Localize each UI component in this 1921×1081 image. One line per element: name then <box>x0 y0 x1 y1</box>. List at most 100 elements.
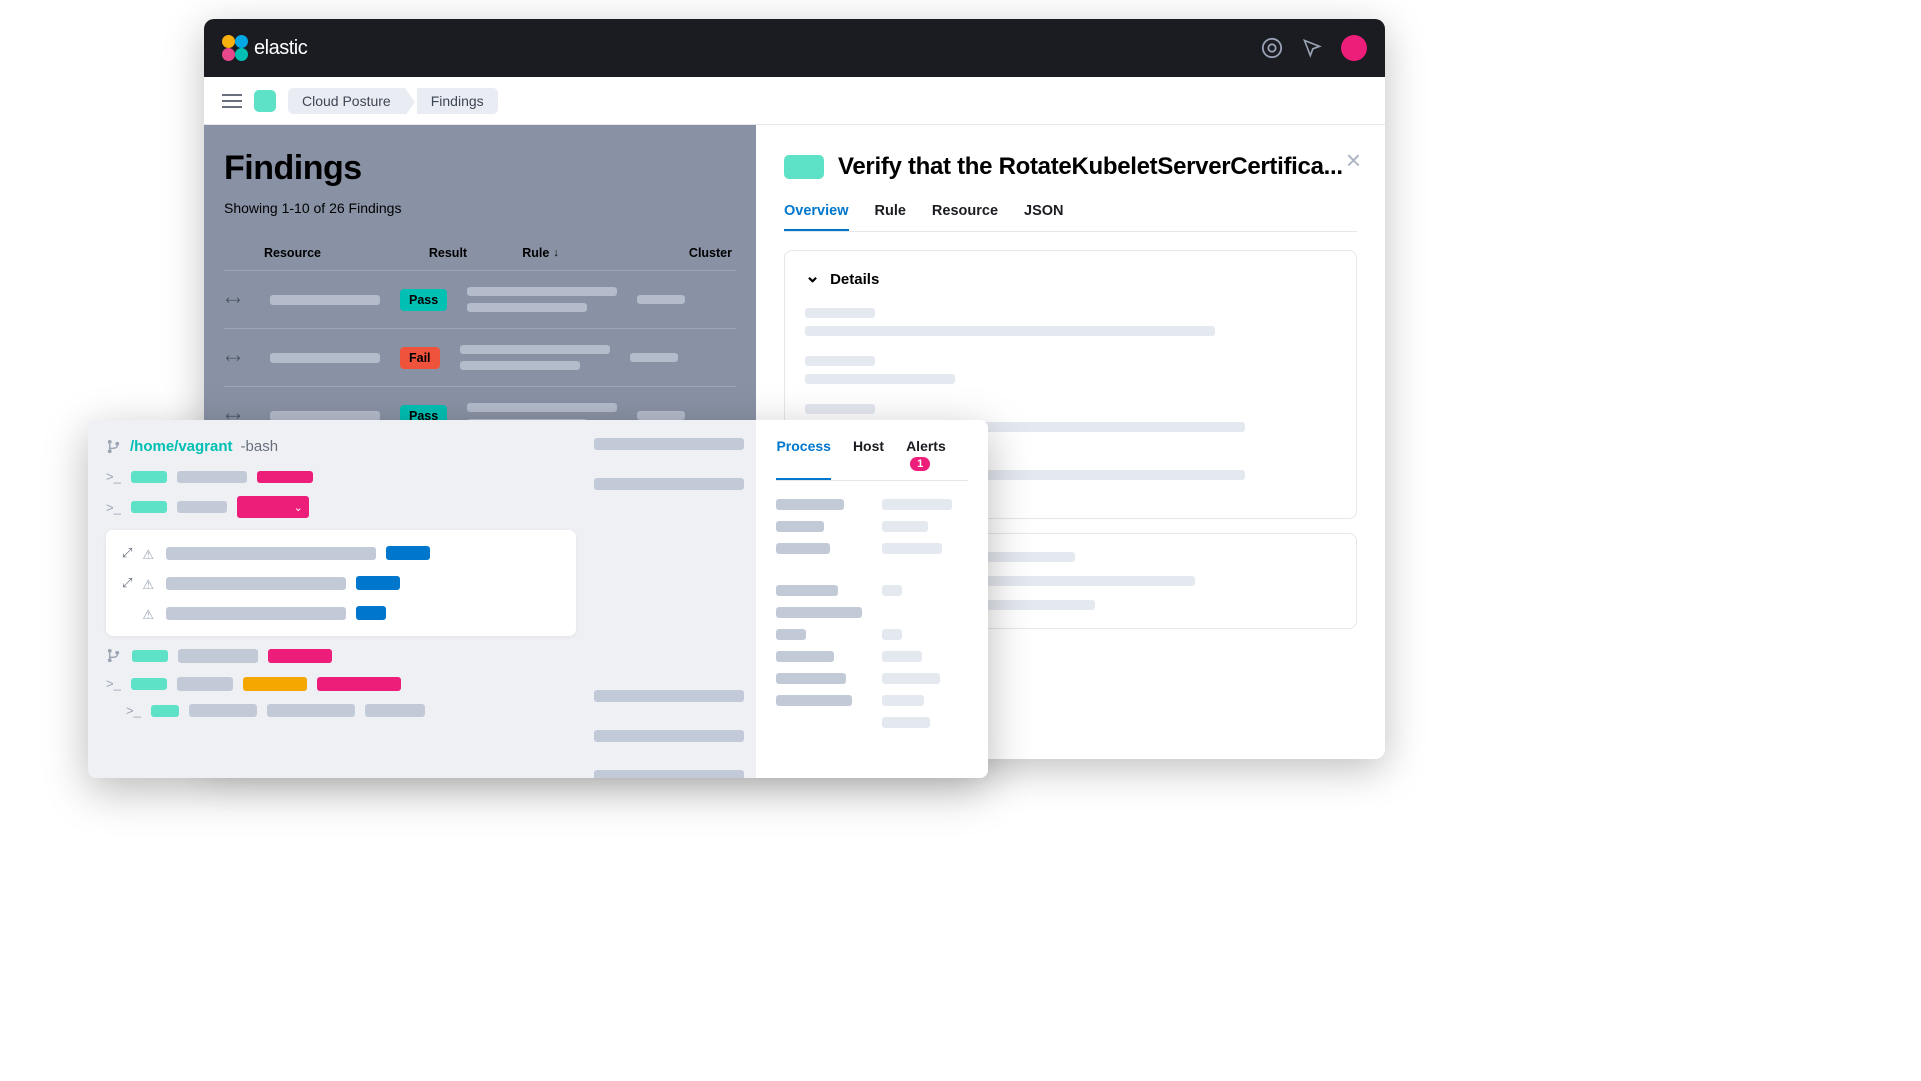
tab-overview[interactable]: Overview <box>784 203 849 231</box>
token-pink-dropdown[interactable]: ⌄ <box>237 496 309 518</box>
tab-host[interactable]: Host <box>853 438 884 480</box>
value-placeholder <box>882 695 924 706</box>
tab-rule[interactable]: Rule <box>875 203 906 231</box>
col-rule[interactable]: Rule↓ <box>522 246 669 260</box>
prompt-icon: >_ <box>126 703 141 718</box>
app-chip[interactable] <box>254 90 276 112</box>
expand-icon[interactable] <box>122 574 132 592</box>
session-left-pane: /home/vagrant -bash >_ >_ ⌄ <box>88 420 594 778</box>
expanded-card <box>106 530 576 636</box>
center-placeholder <box>594 690 744 702</box>
git-branch-icon <box>106 648 122 664</box>
token-teal <box>151 705 179 717</box>
card-row[interactable] <box>122 544 560 562</box>
value-placeholder <box>882 651 922 662</box>
expand-icon[interactable] <box>122 544 132 562</box>
expand-icon[interactable] <box>225 290 245 310</box>
token-teal <box>132 650 168 662</box>
sort-down-icon: ↓ <box>553 247 559 259</box>
expand-icon[interactable] <box>225 348 245 368</box>
rule-placeholder <box>467 287 617 312</box>
card-text-placeholder <box>166 547 376 560</box>
session-shell: -bash <box>241 438 279 455</box>
user-avatar[interactable] <box>1341 35 1367 61</box>
label-placeholder <box>776 629 806 640</box>
warning-icon <box>142 606 156 620</box>
token-teal <box>131 471 167 483</box>
table-row[interactable]: Fail <box>224 328 736 386</box>
details-section-header[interactable]: Details <box>805 269 1336 290</box>
hamburger-menu-icon[interactable] <box>222 91 242 111</box>
detail-tabs: Overview Rule Resource JSON <box>784 203 1357 232</box>
close-icon[interactable]: × <box>1346 145 1361 176</box>
token-gray <box>177 501 227 513</box>
path-row: /home/vagrant -bash <box>106 438 576 455</box>
prompt-icon: >_ <box>106 500 121 515</box>
tab-json[interactable]: JSON <box>1024 203 1064 231</box>
token-blue <box>356 606 386 620</box>
center-placeholder <box>594 478 744 490</box>
value-placeholder <box>882 521 928 532</box>
command-row[interactable]: >_ <box>106 469 576 484</box>
col-cluster[interactable]: Cluster <box>689 246 732 260</box>
label-placeholder <box>776 651 834 662</box>
center-placeholder <box>594 730 744 742</box>
token-gray <box>267 704 355 717</box>
label-placeholder <box>776 499 844 510</box>
resource-placeholder <box>270 353 380 363</box>
command-row[interactable]: >_ ⌄ <box>106 496 576 518</box>
token-teal <box>131 678 167 690</box>
card-row[interactable] <box>122 604 560 622</box>
cluster-placeholder <box>637 295 685 304</box>
table-row[interactable]: Pass <box>224 270 736 328</box>
detail-title: Verify that the RotateKubeletServerCerti… <box>838 153 1343 181</box>
value-placeholder <box>882 673 940 684</box>
center-placeholder <box>594 438 744 450</box>
top-bar: elastic <box>204 19 1385 77</box>
value-placeholder <box>882 717 930 728</box>
card-row[interactable] <box>122 574 560 592</box>
page-title: Findings <box>224 149 736 188</box>
col-resource[interactable]: Resource <box>264 246 409 260</box>
token-gray <box>177 677 233 691</box>
tab-process[interactable]: Process <box>776 438 830 480</box>
result-badge-fail: Fail <box>400 347 440 369</box>
top-bar-right <box>1261 35 1367 61</box>
value-placeholder <box>882 499 952 510</box>
top-bar-left: elastic <box>222 35 307 61</box>
card-text-placeholder <box>166 607 346 620</box>
help-icon[interactable] <box>1261 37 1283 59</box>
breadcrumb-item-findings[interactable]: Findings <box>417 88 498 114</box>
command-row[interactable]: >_ <box>106 703 576 718</box>
right-tabs: Process Host Alerts 1 <box>776 438 968 481</box>
command-row[interactable]: >_ <box>106 676 576 691</box>
card-text-placeholder <box>166 577 346 590</box>
token-teal <box>131 501 167 513</box>
prompt-icon: >_ <box>106 676 121 691</box>
tab-alerts[interactable]: Alerts 1 <box>906 438 968 480</box>
cursor-icon[interactable] <box>1301 37 1323 59</box>
label-placeholder <box>776 521 824 532</box>
detail-col <box>965 552 1195 610</box>
token-pink <box>317 677 401 691</box>
tab-resource[interactable]: Resource <box>932 203 998 231</box>
findings-subtitle: Showing 1-10 of 26 Findings <box>224 200 736 216</box>
command-row[interactable] <box>106 648 576 664</box>
value-placeholder <box>882 585 902 596</box>
breadcrumb-item-cloud-posture[interactable]: Cloud Posture <box>288 88 405 114</box>
elastic-logo-icon <box>222 35 248 61</box>
col-result[interactable]: Result <box>429 246 502 260</box>
brand-name: elastic <box>254 37 307 60</box>
prompt-icon: >_ <box>106 469 121 484</box>
warning-icon <box>142 546 156 560</box>
detail-field <box>805 308 1336 336</box>
resource-placeholder <box>270 411 380 421</box>
elastic-logo[interactable]: elastic <box>222 35 307 61</box>
result-badge-pass: Pass <box>400 289 447 311</box>
session-right-pane: Process Host Alerts 1 <box>756 420 988 778</box>
token-blue <box>356 576 400 590</box>
cluster-placeholder <box>637 411 685 420</box>
token-pink <box>257 471 313 483</box>
rule-placeholder <box>460 345 610 370</box>
table-header: Resource Result Rule↓ Cluster <box>224 246 736 270</box>
